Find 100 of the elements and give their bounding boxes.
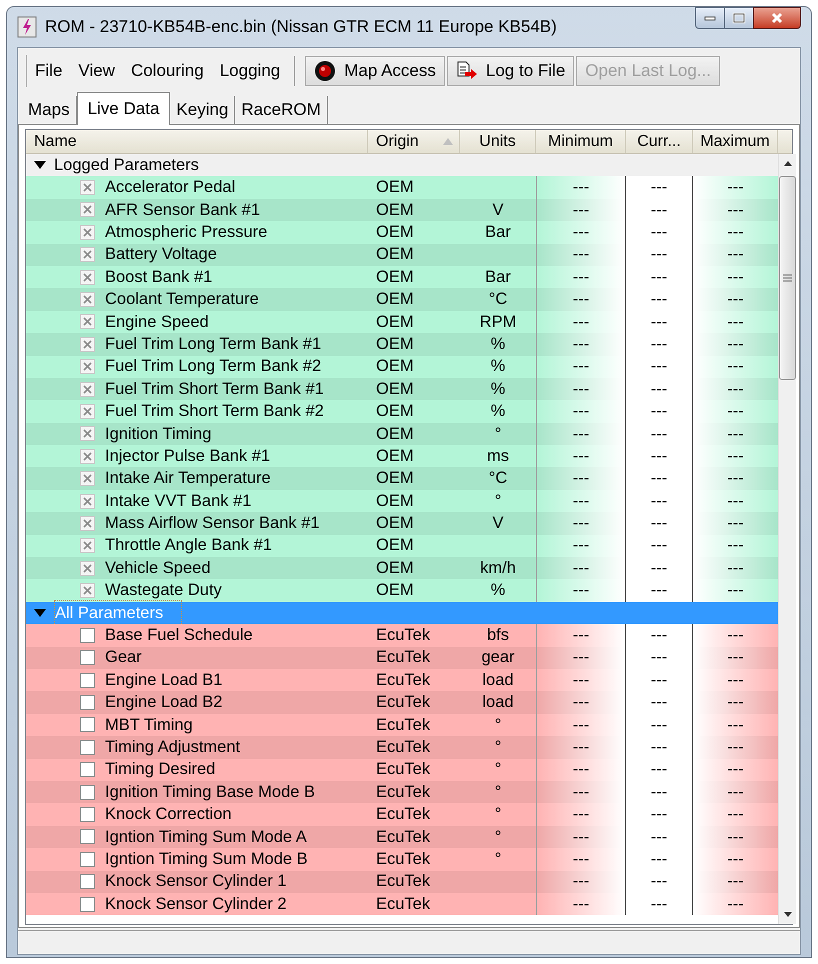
checkbox[interactable] (80, 404, 95, 419)
current-cell-text: --- (650, 312, 668, 333)
current-cell-text: --- (650, 200, 668, 221)
toolbar-button[interactable]: Log to File (446, 56, 574, 86)
units-cell-text: km/h (480, 558, 516, 579)
checkbox[interactable] (80, 202, 95, 218)
checkbox[interactable] (80, 762, 95, 778)
current-cell-text: --- (650, 714, 668, 736)
origin-cell-text: OEM (376, 378, 414, 400)
units-cell-text: RPM (480, 312, 516, 333)
column-header[interactable]: Units (479, 130, 516, 154)
checkbox[interactable] (80, 560, 95, 576)
x-mark-icon (82, 450, 93, 462)
minimum-cell-text: --- (572, 736, 590, 758)
checkbox[interactable] (80, 448, 95, 464)
x-mark-icon (82, 473, 93, 484)
checkbox[interactable] (80, 740, 95, 755)
checkbox[interactable] (80, 807, 95, 822)
close-button[interactable] (753, 7, 801, 29)
x-mark-icon (82, 562, 93, 574)
menu-item[interactable]: View (78, 58, 115, 84)
minimum-cell-text: --- (572, 714, 590, 736)
maximum-cell-text: --- (727, 692, 744, 714)
column-header[interactable]: Curr... (637, 130, 681, 154)
x-mark-icon (82, 428, 93, 440)
column-header[interactable]: Name (34, 130, 77, 154)
checkbox[interactable] (80, 650, 95, 666)
origin-cell-text: OEM (376, 468, 414, 490)
expanded-arrow-icon[interactable] (34, 160, 46, 170)
checkbox[interactable] (80, 583, 95, 598)
checkbox[interactable] (80, 314, 95, 330)
checkbox[interactable] (80, 874, 95, 890)
minimum-cell-text: --- (572, 244, 590, 266)
column-header[interactable]: Maximum (700, 130, 770, 154)
parameter-name: Ignition Timing Base Mode B (105, 782, 316, 803)
checkbox[interactable] (80, 695, 95, 710)
checkbox[interactable] (80, 852, 95, 867)
parameter-name: Battery Voltage (105, 244, 217, 266)
column-header[interactable]: Minimum (548, 130, 613, 154)
toolbar-button[interactable]: Map Access (305, 56, 445, 86)
checkbox[interactable] (80, 471, 95, 486)
current-cell-text: --- (650, 670, 668, 691)
origin-cell-text: OEM (376, 446, 414, 467)
vertical-scrollbar[interactable] (778, 154, 796, 924)
maximize-button[interactable] (725, 7, 753, 29)
menu-item[interactable]: Logging (220, 58, 280, 84)
checkbox[interactable] (80, 336, 95, 352)
parameter-name: Igntion Timing Sum Mode A (105, 826, 307, 848)
current-cell-text: --- (650, 266, 668, 288)
parameter-name: Fuel Trim Short Term Bank #2 (105, 401, 324, 422)
checkbox[interactable] (80, 359, 95, 374)
parameter-name: AFR Sensor Bank #1 (105, 200, 260, 221)
tab[interactable]: Live Data (76, 92, 170, 125)
units-cell-text: ° (494, 759, 502, 780)
checkbox[interactable] (80, 494, 95, 509)
maximum-cell-text: --- (727, 446, 744, 467)
checkbox[interactable] (80, 628, 95, 643)
units-cell-text: °C (488, 289, 508, 310)
minimize-button[interactable] (695, 7, 725, 29)
checkbox[interactable] (80, 829, 95, 844)
expanded-arrow-icon[interactable] (34, 608, 46, 618)
parameter-name: MBT Timing (105, 714, 193, 736)
checkbox[interactable] (80, 896, 95, 912)
minimum-cell-text: --- (572, 378, 590, 400)
grip-icon (783, 274, 792, 282)
current-cell-text: --- (650, 244, 668, 266)
units-cell-text: ° (494, 848, 502, 870)
menu-item[interactable]: Colouring (130, 58, 204, 84)
document-arrow-icon (456, 61, 478, 81)
origin-cell-text: OEM (376, 580, 414, 602)
menu-item[interactable]: File (35, 58, 62, 84)
maximum-cell-text: --- (727, 558, 744, 579)
checkbox[interactable] (80, 180, 95, 196)
current-cell-text: --- (650, 736, 668, 758)
origin-cell-text: OEM (376, 200, 414, 221)
checkbox[interactable] (80, 292, 95, 308)
checkbox[interactable] (80, 717, 95, 732)
checkbox[interactable] (80, 270, 95, 285)
checkbox[interactable] (80, 247, 95, 262)
scrollbar-thumb[interactable] (779, 176, 796, 380)
minimum-cell-text: --- (572, 535, 590, 556)
checkbox[interactable] (80, 224, 95, 240)
origin-cell-text: EcuTek (376, 826, 430, 848)
current-cell-text: --- (650, 894, 668, 915)
parameter-name: Base Fuel Schedule (105, 625, 253, 646)
checkbox[interactable] (80, 538, 95, 554)
checkbox[interactable] (80, 672, 95, 688)
parameter-name: Fuel Trim Long Term Bank #2 (105, 356, 322, 378)
column-header[interactable]: Origin (376, 130, 419, 154)
parameter-name: Knock Correction (105, 804, 232, 826)
parameter-name: Timing Adjustment (105, 736, 240, 758)
origin-cell-text: EcuTek (376, 692, 430, 714)
minimum-cell-text: --- (572, 490, 590, 512)
maximum-cell-text: --- (727, 513, 744, 534)
current-cell-text: --- (650, 826, 668, 848)
checkbox[interactable] (80, 426, 95, 442)
parameter-name: Fuel Trim Short Term Bank #1 (105, 378, 324, 400)
checkbox[interactable] (80, 784, 95, 800)
checkbox[interactable] (80, 382, 95, 397)
checkbox[interactable] (80, 516, 95, 531)
